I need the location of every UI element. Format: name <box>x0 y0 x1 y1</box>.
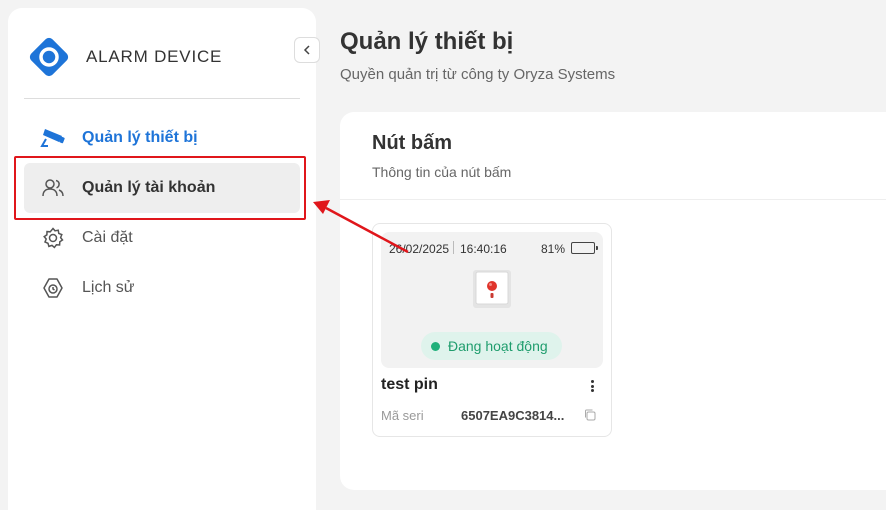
section-title: Nút bấm <box>372 132 452 154</box>
status-dot <box>431 341 440 351</box>
device-preview: 26/02/2025 16:40:16 81% Đang hoạt động <box>381 232 603 368</box>
device-card[interactable]: 26/02/2025 16:40:16 81% Đang hoạt động t… <box>372 223 612 437</box>
sidebar: ALARM DEVICE Quản lý thiết bị Quản lý tà… <box>8 8 316 510</box>
sidebar-item-label: Lịch sử <box>82 279 135 296</box>
collapse-sidebar-button[interactable] <box>294 37 320 63</box>
sidebar-nav: Quản lý thiết bị Quản lý tài khoản Cài đ… <box>24 113 300 313</box>
device-date: 26/02/2025 <box>389 242 450 256</box>
sidebar-item-account-management[interactable]: Quản lý tài khoản <box>24 163 300 213</box>
serial-value: 6507EA9C3814... <box>461 408 565 423</box>
brand-name: ALARM DEVICE <box>86 47 223 66</box>
sidebar-item-device-management[interactable]: Quản lý thiết bị <box>24 113 300 163</box>
sidebar-item-history[interactable]: Lịch sử <box>24 263 300 313</box>
main-card: Nút bấm Thông tin của nút bấm 26/02/2025… <box>340 112 886 490</box>
date-time-separator <box>453 241 454 254</box>
device-time: 16:40:16 <box>460 242 507 256</box>
page-title: Quản lý thiết bị <box>340 28 514 55</box>
status-badge: Đang hoạt động <box>421 332 562 360</box>
status-text: Đang hoạt động <box>448 338 548 354</box>
battery-icon <box>571 242 598 254</box>
sidebar-item-label: Quản lý tài khoản <box>82 179 216 196</box>
battery-percent: 81% <box>541 242 566 256</box>
page-subtitle: Quyền quản trị từ công ty Oryza Systems <box>340 66 616 83</box>
copy-icon[interactable] <box>583 408 597 422</box>
chevron-left-icon <box>303 45 310 55</box>
device-name: test pin <box>381 376 438 393</box>
brand[interactable]: ALARM DEVICE <box>28 36 222 78</box>
sidebar-item-label: Quản lý thiết bị <box>82 129 198 146</box>
section-subtitle: Thông tin của nút bấm <box>372 164 512 180</box>
more-options-icon[interactable] <box>587 378 597 394</box>
sidebar-item-settings[interactable]: Cài đặt <box>24 213 300 263</box>
sidebar-divider <box>24 98 300 99</box>
gear-icon <box>40 225 66 251</box>
sidebar-item-label: Cài đặt <box>82 229 133 246</box>
cctv-camera-icon <box>40 125 66 151</box>
brand-logo-icon <box>29 37 69 77</box>
panic-button-device-image <box>473 270 511 308</box>
users-icon <box>40 175 66 201</box>
serial-label: Mã seri <box>381 408 424 423</box>
section-divider <box>340 199 886 200</box>
history-icon <box>40 275 66 301</box>
